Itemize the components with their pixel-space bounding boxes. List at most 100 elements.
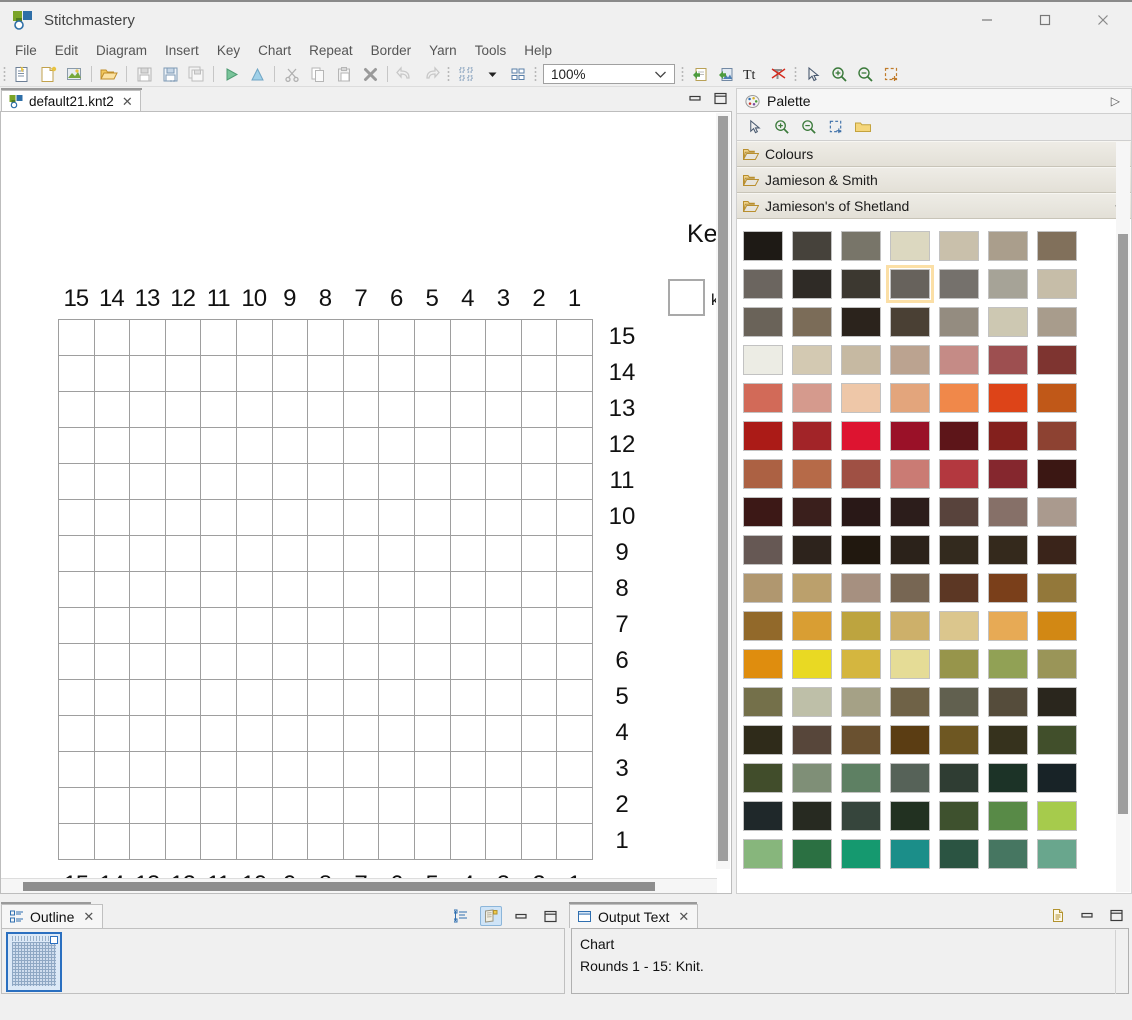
menu-chart[interactable]: Chart [249,40,300,61]
chart-cell[interactable] [59,788,95,824]
chart-cell[interactable] [130,788,166,824]
chart-cell[interactable] [414,356,451,392]
editor-tab-default21[interactable]: default21.knt2 ✕ [1,90,141,112]
cut-scissors-icon[interactable] [280,62,304,86]
palette-swatch[interactable] [841,759,890,797]
palette-swatch[interactable] [939,417,988,455]
palette-swatch-colour[interactable] [988,801,1028,831]
chart-cell[interactable] [521,752,558,788]
palette-swatch-colour[interactable] [1037,269,1077,299]
palette-swatch[interactable] [1037,417,1086,455]
chart-cell[interactable] [557,752,593,788]
import-icon[interactable] [688,62,712,86]
chart-cell[interactable] [450,716,487,752]
chart-cell[interactable] [521,644,558,680]
palette-swatch[interactable] [841,721,890,759]
palette-swatch-colour[interactable] [890,421,930,451]
chart-cell[interactable] [59,536,95,572]
palette-swatch-colour[interactable] [890,687,930,717]
palette-swatch[interactable] [890,683,939,721]
palette-swatch[interactable] [890,645,939,683]
palette-swatch[interactable] [988,645,1037,683]
chart-cell[interactable] [486,356,522,392]
palette-swatch-colour[interactable] [792,535,832,565]
palette-swatch[interactable] [890,303,939,341]
chart-cell[interactable] [201,356,237,392]
palette-swatch[interactable] [792,569,841,607]
chart-cell[interactable] [236,608,273,644]
minimize-button[interactable] [958,1,1016,39]
palette-swatch-colour[interactable] [890,725,930,755]
chart-cell[interactable] [272,320,309,356]
chart-cell[interactable] [379,500,415,536]
palette-swatch-colour[interactable] [841,535,881,565]
chart-cell[interactable] [94,644,131,680]
tab-outline[interactable]: Outline ✕ [1,904,104,928]
chart-cell[interactable] [236,500,273,536]
chart-cell[interactable] [94,716,131,752]
palette-swatch-colour[interactable] [841,839,881,869]
chart-cell[interactable] [308,752,344,788]
palette-group-jamieson-smith[interactable]: Jamieson & Smith [737,167,1131,193]
palette-swatch[interactable] [890,455,939,493]
chart-cell[interactable] [59,716,95,752]
palette-swatch[interactable] [743,417,792,455]
chart-cell[interactable] [308,428,344,464]
play-right-icon[interactable] [219,62,243,86]
palette-swatch-colour[interactable] [841,421,881,451]
palette-swatch[interactable] [890,835,939,873]
chart-cell[interactable] [165,392,202,428]
chart-cell[interactable] [450,500,487,536]
palette-swatch-colour[interactable] [1037,307,1077,337]
chart-cell[interactable] [343,788,380,824]
chart-cell[interactable] [450,680,487,716]
chart-cell[interactable] [59,572,95,608]
palette-swatch-colour[interactable] [743,687,783,717]
palette-swatch[interactable] [939,645,988,683]
chart-cell[interactable] [486,536,522,572]
palette-swatch[interactable] [792,493,841,531]
palette-swatch[interactable] [743,797,792,835]
chart-cell[interactable] [343,500,380,536]
palette-swatch-colour[interactable] [988,611,1028,641]
palette-swatch-colour[interactable] [939,535,979,565]
palette-swatch-colour[interactable] [743,763,783,793]
chart-cell[interactable] [450,644,487,680]
align-nodes-icon[interactable] [454,62,478,86]
palette-swatch[interactable] [939,493,988,531]
palette-swatch[interactable] [939,607,988,645]
minimize-icon[interactable] [688,91,703,109]
chart-cell[interactable] [94,536,131,572]
chart-cell[interactable] [414,608,451,644]
chart-cell[interactable] [450,572,487,608]
chart-cell[interactable] [59,608,95,644]
chart-cell[interactable] [486,716,522,752]
chart-cell[interactable] [94,788,131,824]
toolbar-grip[interactable] [794,66,797,82]
palette-swatch[interactable] [939,379,988,417]
palette-swatch-colour[interactable] [1037,573,1077,603]
chart-cell[interactable] [379,644,415,680]
palette-swatch[interactable] [988,227,1037,265]
palette-swatch[interactable] [988,303,1037,341]
palette-swatch-colour[interactable] [939,763,979,793]
chart-cell[interactable] [486,500,522,536]
palette-swatch-colour[interactable] [988,421,1028,451]
chart-cell[interactable] [521,356,558,392]
chart-cell[interactable] [165,608,202,644]
palette-swatch-colour[interactable] [841,459,881,489]
chart-cell[interactable] [486,428,522,464]
chart-cell[interactable] [521,536,558,572]
chart-cell[interactable] [521,608,558,644]
chart-cell[interactable] [414,716,451,752]
palette-swatch-colour[interactable] [743,573,783,603]
chart-cell[interactable] [557,824,593,860]
chart-cell[interactable] [379,356,415,392]
palette-swatch-colour[interactable] [1037,383,1077,413]
chart-cell[interactable] [343,752,380,788]
palette-swatch[interactable] [792,721,841,759]
chart-cell[interactable] [272,392,309,428]
chart-cell[interactable] [379,788,415,824]
chart-cell[interactable] [557,320,593,356]
chart-cell[interactable] [486,320,522,356]
